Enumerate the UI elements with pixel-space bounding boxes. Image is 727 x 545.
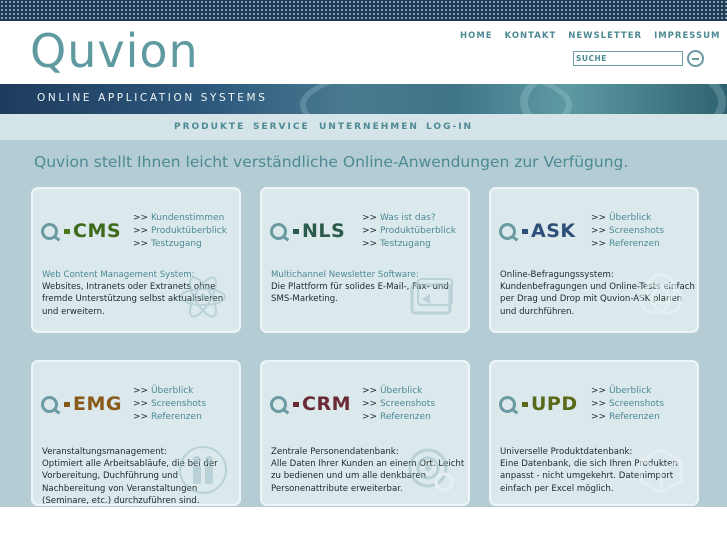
product-card-emg: EMG >> Überblick >> Screenshots >> Refer…	[31, 360, 241, 506]
dash-icon	[522, 401, 528, 407]
main-navigation: PRODUKTE SERVICE UNTERNEHMEN LOG-IN	[0, 114, 727, 140]
envelope-icon	[410, 278, 453, 315]
product-logo[interactable]: EMG	[41, 392, 122, 416]
product-logo[interactable]: NLS	[270, 219, 345, 243]
product-link[interactable]: >> Referenzen	[133, 411, 206, 424]
quvion-q-icon	[41, 222, 58, 240]
product-link[interactable]: >> Screenshots	[133, 398, 206, 411]
mainnav-produkte[interactable]: PRODUKTE	[174, 122, 245, 132]
main-content: Quvion stellt Ihnen leicht verständliche…	[0, 140, 727, 507]
product-links: >> Kundenstimmen >> Produktüberblick >> …	[133, 212, 227, 251]
product-name: NLS	[302, 220, 346, 242]
product-links: >> Was ist das? >> Produktüberblick >> T…	[362, 212, 456, 251]
product-link[interactable]: >> Produktüberblick	[133, 225, 227, 238]
product-logo[interactable]: CMS	[41, 219, 121, 243]
product-link[interactable]: >> Referenzen	[591, 411, 664, 424]
tagline: ONLINE APPLICATION SYSTEMS	[37, 92, 268, 104]
product-logo[interactable]: UPD	[499, 392, 578, 416]
product-link[interactable]: >> Referenzen	[591, 238, 664, 251]
product-link[interactable]: >> Screenshots	[591, 398, 664, 411]
product-link[interactable]: >> Was ist das?	[362, 212, 456, 225]
search-go-icon[interactable]	[687, 50, 704, 67]
banner-swirl	[520, 84, 726, 114]
product-link[interactable]: >> Referenzen	[362, 411, 435, 424]
product-link[interactable]: >> Screenshots	[591, 225, 664, 238]
product-link[interactable]: >> Überblick	[591, 385, 664, 398]
product-link[interactable]: >> Screenshots	[362, 398, 435, 411]
product-name: EMG	[73, 393, 122, 415]
product-logo[interactable]: CRM	[270, 392, 351, 416]
mainnav-login[interactable]: LOG-IN	[426, 122, 473, 132]
dash-icon	[522, 228, 528, 234]
quvion-logo[interactable]: Quvion	[30, 25, 199, 77]
banner: ONLINE APPLICATION SYSTEMS	[0, 84, 727, 114]
search-input[interactable]	[573, 51, 683, 66]
quvion-q-icon	[41, 395, 58, 413]
quvion-q-icon	[270, 222, 287, 240]
product-link[interactable]: >> Überblick	[362, 385, 435, 398]
quvion-q-icon	[499, 222, 516, 240]
product-name: CRM	[302, 393, 351, 415]
page-headline: Quvion stellt Ihnen leicht verständliche…	[34, 153, 629, 171]
people-icon	[179, 446, 227, 494]
target-icon	[408, 448, 454, 492]
dash-icon	[64, 228, 70, 234]
venn-icon	[639, 273, 683, 315]
topnav-impressum[interactable]: IMPRESSUM	[654, 31, 720, 41]
product-name: CMS	[73, 220, 122, 242]
dash-icon	[64, 401, 70, 407]
topnav-kontakt[interactable]: KONTAKT	[505, 31, 557, 41]
product-links: >> Überblick >> Screenshots >> Referenze…	[591, 212, 664, 251]
product-link[interactable]: >> Testzugang	[362, 238, 456, 251]
top-navigation: HOME KONTAKT NEWSLETTER IMPRESSUM	[460, 31, 727, 41]
product-links: >> Überblick >> Screenshots >> Referenze…	[591, 385, 664, 424]
topnav-home[interactable]: HOME	[460, 31, 493, 41]
product-link[interactable]: >> Produktüberblick	[362, 225, 456, 238]
quvion-q-icon	[499, 395, 516, 413]
product-card-cms: CMS >> Kundenstimmen >> Produktüberblick…	[31, 187, 241, 333]
product-link[interactable]: >> Überblick	[133, 385, 206, 398]
product-name: UPD	[531, 393, 578, 415]
mainnav-unternehmen[interactable]: UNTERNEHMEN	[319, 122, 419, 132]
cube-icon	[639, 448, 683, 494]
atom-icon	[180, 276, 226, 318]
product-card-upd: UPD >> Überblick >> Screenshots >> Refer…	[489, 360, 699, 506]
top-pattern-strip	[0, 0, 727, 21]
product-name: ASK	[531, 220, 576, 242]
dash-icon	[293, 401, 299, 407]
mainnav-service[interactable]: SERVICE	[253, 122, 310, 132]
header: Quvion HOME KONTAKT NEWSLETTER IMPRESSUM	[0, 21, 727, 84]
product-logo[interactable]: ASK	[499, 219, 576, 243]
quvion-q-icon	[270, 395, 287, 413]
topnav-newsletter[interactable]: NEWSLETTER	[568, 31, 642, 41]
product-card-ask: ASK >> Überblick >> Screenshots >> Refer…	[489, 187, 699, 333]
product-links: >> Überblick >> Screenshots >> Referenze…	[133, 385, 206, 424]
product-card-nls: NLS >> Was ist das? >> Produktüberblick …	[260, 187, 470, 333]
product-card-crm: CRM >> Überblick >> Screenshots >> Refer…	[260, 360, 470, 506]
dash-icon	[293, 228, 299, 234]
product-link[interactable]: >> Testzugang	[133, 238, 227, 251]
product-link[interactable]: >> Kundenstimmen	[133, 212, 227, 225]
product-link[interactable]: >> Überblick	[591, 212, 664, 225]
product-links: >> Überblick >> Screenshots >> Referenze…	[362, 385, 435, 424]
